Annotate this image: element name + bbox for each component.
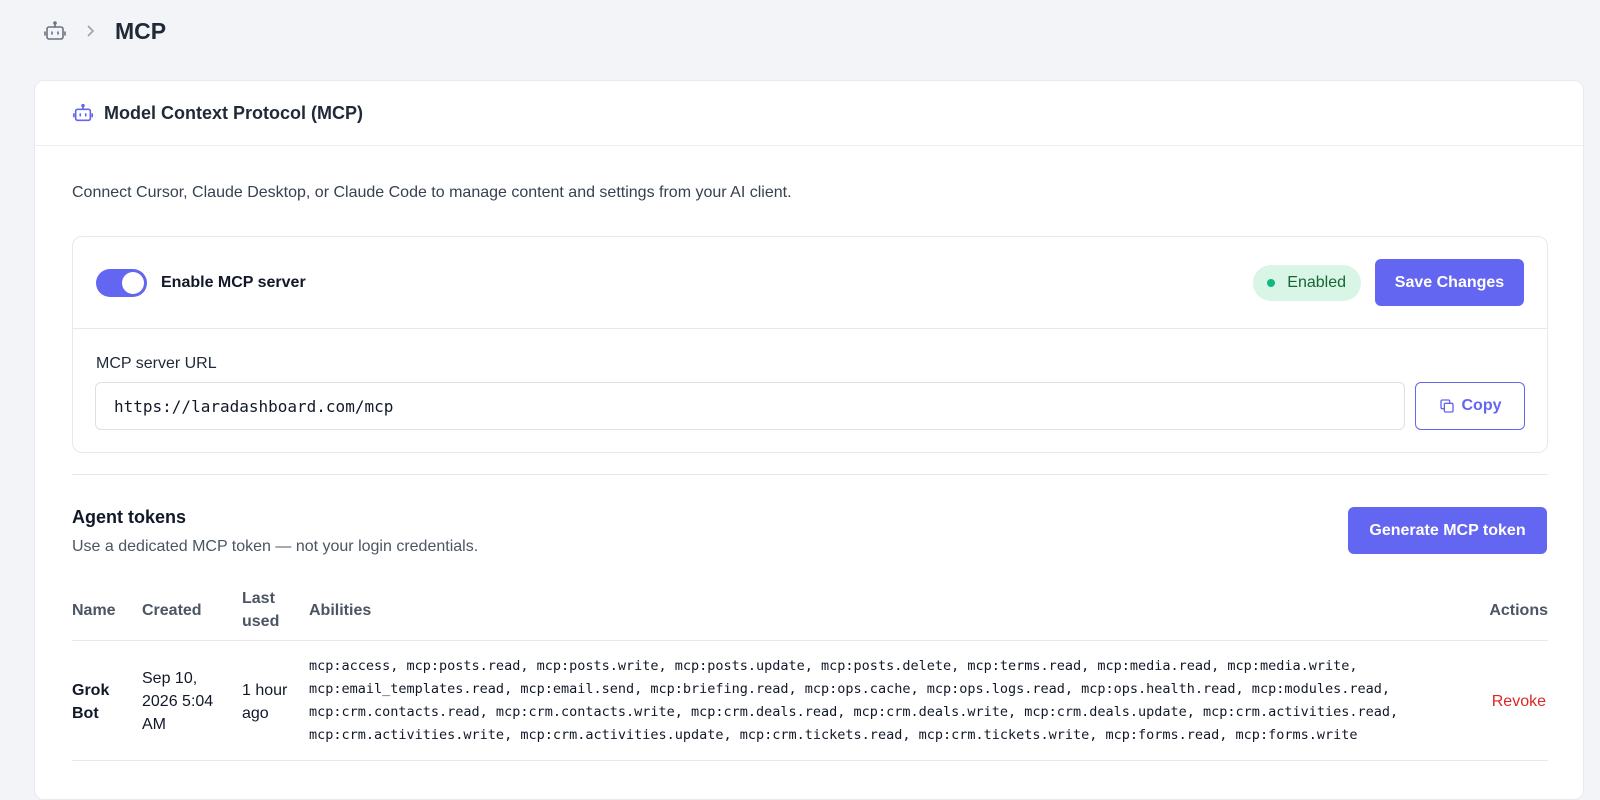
bot-icon [72,102,94,124]
token-name-line1: Grok [72,682,110,699]
abilities-line4: mcp:crm.activities.write, mcp:crm.activi… [309,727,1358,743]
col-created: Created [142,602,202,619]
status-text: Enabled [1287,273,1346,291]
col-last-used: Last used [242,587,279,633]
col-name: Name [72,602,116,619]
enable-mcp-toggle[interactable] [96,268,147,297]
token-last-used-line2: ago [242,705,269,722]
token-created-line1: Sep 10, [142,670,198,687]
token-name-line2: Bot [72,705,99,722]
token-created-line2: 2026 5:04 [142,693,214,710]
generate-token-button[interactable]: Generate MCP token [1348,507,1547,554]
table-row: Grok Bot Sep 10, 2026 5:04 AM 1 hour ago… [72,641,1548,761]
token-last-used: 1 hour ago [242,679,287,725]
card-header: Model Context Protocol (MCP) [35,81,1583,146]
mcp-url-input[interactable] [95,382,1405,430]
copy-icon [1439,399,1454,413]
token-abilities: mcp:access, mcp:posts.read, mcp:posts.wr… [309,655,1429,747]
token-created-line3: AM [142,716,166,733]
col-abilities: Abilities [309,602,372,619]
toggle-knob [122,271,144,294]
save-changes-button[interactable]: Save Changes [1375,259,1524,306]
tokens-subtitle: Use a dedicated MCP token — not your log… [72,538,479,555]
tokens-title: Agent tokens [72,507,187,527]
table-header: Name Created Last used Abilities Actions [72,581,1548,641]
status-dot [1267,278,1276,287]
server-toggle-row: Enable MCP server Enabled Save Changes [73,237,1547,329]
section-divider [72,474,1548,475]
server-panel: Enable MCP server Enabled Save Changes M… [72,236,1548,453]
breadcrumb: MCP [0,0,1600,62]
chevron-right-icon [85,24,99,38]
tokens-table: Name Created Last used Abilities Actions… [72,581,1548,761]
token-name: Grok Bot [72,679,109,725]
abilities-line2: mcp:email_templates.read, mcp:email.send… [309,681,1390,697]
col-last-used-line1: Last [242,590,275,607]
token-last-used-line1: 1 hour [242,682,288,699]
revoke-link[interactable]: Revoke [1492,690,1546,713]
page-title: MCP [115,17,167,44]
col-actions: Actions [1489,602,1548,619]
bot-icon[interactable] [43,19,67,43]
enable-mcp-label: Enable MCP server [161,273,306,291]
card-description: Connect Cursor, Claude Desktop, or Claud… [72,184,792,201]
copy-button[interactable]: Copy [1415,382,1525,430]
card-title: Model Context Protocol (MCP) [104,102,363,123]
col-last-used-line2: used [242,613,280,630]
mcp-card: Model Context Protocol (MCP) Connect Cur… [34,80,1584,800]
abilities-line3: mcp:crm.contacts.read, mcp:crm.contacts.… [309,704,1399,720]
status-badge: Enabled [1253,264,1361,301]
url-label: MCP server URL [96,355,217,372]
abilities-line1: mcp:access, mcp:posts.read, mcp:posts.wr… [309,658,1358,674]
copy-label: Copy [1461,397,1502,414]
token-created: Sep 10, 2026 5:04 AM [142,667,213,736]
